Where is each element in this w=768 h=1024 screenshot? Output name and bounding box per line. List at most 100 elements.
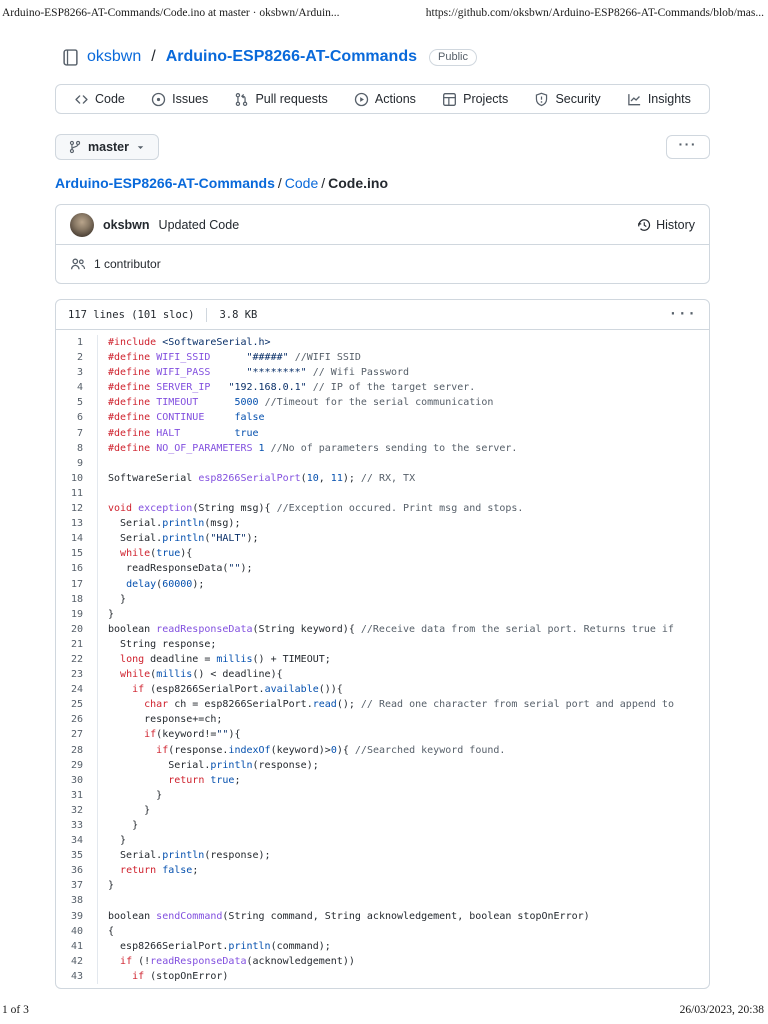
code-line: 17 delay(60000); bbox=[56, 577, 709, 592]
line-number[interactable]: 23 bbox=[56, 667, 98, 682]
line-number[interactable]: 34 bbox=[56, 833, 98, 848]
line-number[interactable]: 2 bbox=[56, 350, 98, 365]
commit-message[interactable]: Updated Code bbox=[159, 218, 240, 232]
line-number[interactable]: 10 bbox=[56, 471, 98, 486]
repo-name-link[interactable]: Arduino-ESP8266-AT-Commands bbox=[166, 48, 417, 66]
line-content: #define CONTINUE false bbox=[98, 410, 265, 425]
commit-author-link[interactable]: oksbwn bbox=[103, 218, 150, 232]
tab-pull-requests-label: Pull requests bbox=[255, 92, 327, 106]
line-number[interactable]: 4 bbox=[56, 380, 98, 395]
code-line: 3#define WIFI_PASS "********" // Wifi Pa… bbox=[56, 365, 709, 380]
repo-owner-link[interactable]: oksbwn bbox=[87, 48, 141, 66]
issue-opened-icon bbox=[151, 92, 166, 107]
tab-pull-requests[interactable]: Pull requests bbox=[234, 92, 327, 107]
line-number[interactable]: 30 bbox=[56, 773, 98, 788]
line-content: response+=ch; bbox=[98, 712, 222, 727]
line-content: { bbox=[98, 924, 114, 939]
line-content: #define WIFI_PASS "********" // Wifi Pas… bbox=[98, 365, 409, 380]
line-number[interactable]: 32 bbox=[56, 803, 98, 818]
line-number[interactable]: 24 bbox=[56, 682, 98, 697]
avatar[interactable] bbox=[70, 213, 94, 237]
line-number[interactable]: 14 bbox=[56, 531, 98, 546]
line-number[interactable]: 18 bbox=[56, 592, 98, 607]
commit-card: oksbwn Updated Code History 1 contributo… bbox=[55, 204, 710, 284]
line-content: String response; bbox=[98, 637, 216, 652]
code-line: 26 response+=ch; bbox=[56, 712, 709, 727]
code-line: 14 Serial.println("HALT"); bbox=[56, 531, 709, 546]
page-content: oksbwn / Arduino-ESP8266-AT-Commands Pub… bbox=[55, 44, 710, 989]
breadcrumb-repo-link[interactable]: Arduino-ESP8266-AT-Commands bbox=[55, 175, 275, 191]
line-number[interactable]: 28 bbox=[56, 743, 98, 758]
tab-insights[interactable]: Insights bbox=[627, 92, 691, 107]
line-number[interactable]: 26 bbox=[56, 712, 98, 727]
line-number[interactable]: 9 bbox=[56, 456, 98, 471]
line-number[interactable]: 12 bbox=[56, 501, 98, 516]
line-number[interactable]: 1 bbox=[56, 335, 98, 350]
line-number[interactable]: 25 bbox=[56, 697, 98, 712]
print-footer: 1 of 3 26/03/2023, 20:38 bbox=[2, 1004, 764, 1016]
line-number[interactable]: 11 bbox=[56, 486, 98, 501]
line-number[interactable]: 37 bbox=[56, 878, 98, 893]
file-view-card: 117 lines (101 sloc) 3.8 KB ··· 1#includ… bbox=[55, 299, 710, 989]
history-button[interactable]: History bbox=[637, 218, 695, 232]
line-number[interactable]: 5 bbox=[56, 395, 98, 410]
line-number[interactable]: 38 bbox=[56, 893, 98, 908]
file-kebab-button[interactable]: ··· bbox=[669, 307, 697, 322]
line-number[interactable]: 29 bbox=[56, 758, 98, 773]
line-content: return true; bbox=[98, 773, 241, 788]
line-number[interactable]: 15 bbox=[56, 546, 98, 561]
line-content: #define TIMEOUT 5000 //Timeout for the s… bbox=[98, 395, 493, 410]
line-content: } bbox=[98, 607, 114, 622]
line-content: readResponseData(""); bbox=[98, 561, 253, 576]
branch-selector[interactable]: master bbox=[55, 134, 159, 160]
line-number[interactable]: 35 bbox=[56, 848, 98, 863]
tab-issues-label: Issues bbox=[172, 92, 208, 106]
line-content: long deadline = millis() + TIMEOUT; bbox=[98, 652, 331, 667]
breadcrumb-separator: / bbox=[321, 175, 325, 191]
repo-book-icon bbox=[62, 49, 79, 66]
code-line: 5#define TIMEOUT 5000 //Timeout for the … bbox=[56, 395, 709, 410]
code-line: 19} bbox=[56, 607, 709, 622]
line-number[interactable]: 41 bbox=[56, 939, 98, 954]
line-number[interactable]: 19 bbox=[56, 607, 98, 622]
breadcrumb-separator: / bbox=[278, 175, 282, 191]
line-number[interactable]: 20 bbox=[56, 622, 98, 637]
toolbar-kebab-button[interactable]: ··· bbox=[666, 135, 711, 159]
code-line: 39boolean sendCommand(String command, St… bbox=[56, 909, 709, 924]
tab-projects[interactable]: Projects bbox=[442, 92, 508, 107]
line-number[interactable]: 8 bbox=[56, 441, 98, 456]
tab-actions[interactable]: Actions bbox=[354, 92, 416, 107]
line-number[interactable]: 16 bbox=[56, 561, 98, 576]
line-content: if(response.indexOf(keyword)>0){ //Searc… bbox=[98, 743, 505, 758]
line-number[interactable]: 22 bbox=[56, 652, 98, 667]
code-lines[interactable]: 1#include <SoftwareSerial.h>2#define WIF… bbox=[56, 330, 709, 984]
line-content: return false; bbox=[98, 863, 198, 878]
line-number[interactable]: 43 bbox=[56, 969, 98, 984]
line-number[interactable]: 27 bbox=[56, 727, 98, 742]
line-number[interactable]: 7 bbox=[56, 426, 98, 441]
code-line: 35 Serial.println(response); bbox=[56, 848, 709, 863]
line-number[interactable]: 36 bbox=[56, 863, 98, 878]
line-number[interactable]: 42 bbox=[56, 954, 98, 969]
code-line: 24 if (esp8266SerialPort.available()){ bbox=[56, 682, 709, 697]
line-number[interactable]: 21 bbox=[56, 637, 98, 652]
breadcrumb-folder-link[interactable]: Code bbox=[285, 175, 318, 191]
repo-separator: / bbox=[151, 48, 155, 66]
code-line: 7#define HALT true bbox=[56, 426, 709, 441]
line-content: SoftwareSerial esp8266SerialPort(10, 11)… bbox=[98, 471, 415, 486]
line-number[interactable]: 31 bbox=[56, 788, 98, 803]
tab-issues[interactable]: Issues bbox=[151, 92, 208, 107]
line-number[interactable]: 40 bbox=[56, 924, 98, 939]
line-content bbox=[98, 486, 114, 501]
line-number[interactable]: 17 bbox=[56, 577, 98, 592]
graph-icon bbox=[627, 92, 642, 107]
line-number[interactable]: 39 bbox=[56, 909, 98, 924]
line-number[interactable]: 6 bbox=[56, 410, 98, 425]
tab-security[interactable]: Security bbox=[534, 92, 600, 107]
tab-code[interactable]: Code bbox=[74, 92, 125, 107]
branch-name: master bbox=[88, 140, 129, 154]
line-number[interactable]: 13 bbox=[56, 516, 98, 531]
line-number[interactable]: 3 bbox=[56, 365, 98, 380]
line-number[interactable]: 33 bbox=[56, 818, 98, 833]
contributors-row[interactable]: 1 contributor bbox=[56, 245, 709, 283]
